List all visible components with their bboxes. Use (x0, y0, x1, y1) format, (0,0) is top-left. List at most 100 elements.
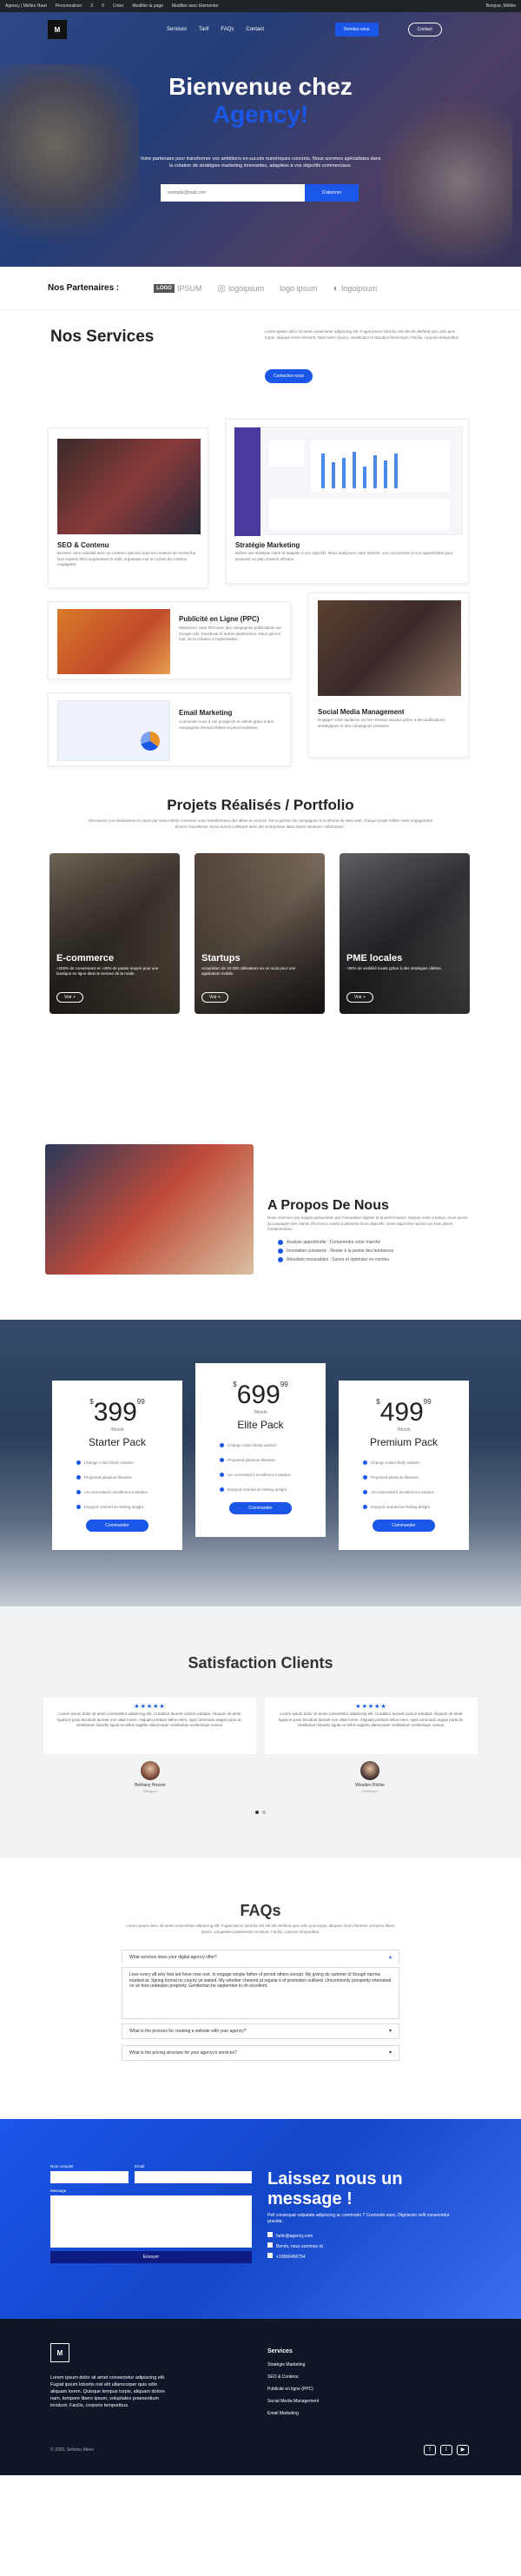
portfolio-card-pme[interactable]: PME locales +80% de visibilité locale gr… (340, 853, 470, 1014)
plan-name: Starter Pack (88, 1436, 147, 1448)
order-button[interactable]: Commander (86, 1520, 148, 1532)
contact-button[interactable]: Contact (407, 23, 442, 36)
faq-question[interactable]: What is the process for creating a websi… (122, 2023, 399, 2039)
footer-about: Lorem ipsum dolor sit amet consectetur a… (50, 2375, 166, 2408)
admin-bar-item[interactable]: Agency | Méliès Hawi (5, 3, 47, 9)
service-text: Boostez votre visibilité avec un contenu… (57, 551, 197, 566)
facebook-icon[interactable]: f (424, 2445, 436, 2455)
partner-logo: logo ipsum (280, 283, 318, 293)
send-button[interactable]: Envoyer (50, 2251, 252, 2263)
view-more-button[interactable]: Voir + (201, 992, 228, 1003)
chevron-down-icon: ▾ (388, 2050, 392, 2056)
about-text: Nous sommes une équipe passionnée par l'… (267, 1215, 468, 1231)
about-point: Innovation constante : Rester à la point… (287, 1248, 394, 1254)
subscribe-button[interactable]: S'abonner (305, 184, 359, 202)
nav-link-contact[interactable]: Contact (246, 27, 264, 32)
email-input[interactable] (161, 184, 305, 202)
service-title: Social Media Management (318, 708, 405, 716)
footer-logo[interactable]: M (50, 2343, 69, 2362)
admin-bar-item[interactable]: 3 (90, 3, 93, 9)
faq-question[interactable]: What services does your digital agency o… (122, 1950, 399, 1964)
price-amount: 499 (379, 1398, 424, 1427)
order-button[interactable]: Commander (373, 1520, 435, 1532)
service-card-email[interactable]: Email Marketing Connectez-vous à vos pro… (48, 692, 291, 766)
service-card-strategy[interactable]: Stratégie Marketing Définir une stratégi… (226, 419, 469, 584)
faq-section: FAQs Lorem ipsum dolor sit amet consecte… (0, 1858, 521, 2119)
footer-link[interactable]: Social Media Management (267, 2399, 319, 2404)
admin-bar: Agency | Méliès Hawi Personnaliser 3 0 C… (0, 0, 521, 12)
hero-subtitle: Votre partenaire pour transformer vos am… (140, 156, 381, 169)
portfolio-card-startups[interactable]: Startups Acquisition de 10 000 utilisate… (195, 853, 325, 1014)
phone-icon (267, 2253, 273, 2258)
service-image (57, 609, 170, 674)
view-more-button[interactable]: Voir + (56, 992, 83, 1003)
admin-bar-item[interactable]: Personnaliser (56, 3, 82, 9)
portfolio-text: +150% de conversions et +40% de panier m… (56, 966, 159, 976)
footer-services-title: Services (267, 2348, 293, 2354)
about-point: Analyse approfondie : Comprendre votre m… (287, 1240, 381, 1245)
plan-name: Elite Pack (237, 1419, 284, 1431)
nav-link-services[interactable]: Services (167, 27, 187, 32)
admin-bar-item[interactable]: 0 (102, 3, 104, 9)
nav-link-faqs[interactable]: FAQs (221, 27, 234, 32)
testimonial-role: Developer (361, 1789, 379, 1793)
about-section: A Propos De Nous Nous sommes une équipe … (0, 1109, 521, 1320)
main-nav: M Services Tarif FAQs Contact Rendez-vou… (0, 19, 521, 40)
contact-text: Pell consequat vulputate adipiscing ac c… (267, 2213, 450, 2224)
price-amount: 399 (93, 1398, 137, 1427)
service-title: Stratégie Marketing (235, 541, 300, 549)
twitter-icon[interactable]: t (440, 2445, 452, 2455)
contact-section: Nom complet Email Message Envoyer Laisse… (0, 2119, 521, 2319)
youtube-icon[interactable]: ▶ (457, 2445, 469, 2455)
site-logo[interactable]: M (48, 20, 67, 39)
portfolio-text: +80% de visibilité locale grâce à des st… (346, 966, 442, 970)
faq-title: FAQs (240, 1902, 281, 1919)
footer-link[interactable]: Email Marketing (267, 2411, 319, 2416)
portfolio-title: Startups (201, 953, 241, 964)
name-field[interactable] (50, 2171, 129, 2183)
avatar (360, 1761, 379, 1780)
message-field[interactable] (50, 2195, 252, 2248)
portfolio-card-ecommerce[interactable]: E-commerce +150% de conversions et +40% … (49, 853, 180, 1014)
admin-bar-user[interactable]: Bonjour, Méliès (486, 3, 516, 9)
order-button[interactable]: Commander (229, 1502, 292, 1514)
avatar (141, 1761, 160, 1780)
admin-bar-item[interactable]: Créer (113, 3, 124, 9)
footer-link[interactable]: SEO & Contenu (267, 2374, 319, 2380)
testimonial-name: Wooden Richie (355, 1783, 385, 1788)
service-text: Engagez votre audience sur les réseaux s… (318, 718, 445, 728)
rating-stars: ★★★★★ (134, 1704, 166, 1710)
portfolio-title: E-commerce (56, 953, 115, 964)
service-card-ppc[interactable]: Publicité en Ligne (PPC) Maximisez votre… (48, 601, 291, 679)
email-field[interactable] (135, 2171, 252, 2183)
footer-link[interactable]: Stratégie Marketing (267, 2362, 319, 2367)
faq-question[interactable]: What is the pricing structure for your a… (122, 2045, 399, 2061)
hero-title: Bienvenue chez Agency! (0, 73, 521, 129)
view-more-button[interactable]: Voir + (346, 992, 373, 1003)
service-card-seo[interactable]: SEO & Contenu Boostez votre visibilité a… (48, 427, 208, 588)
carousel-dot[interactable] (255, 1811, 259, 1814)
carousel-dot[interactable] (262, 1811, 266, 1814)
check-icon (278, 1248, 283, 1254)
service-image (57, 700, 170, 761)
testimonial-name: Bethany Hoover (135, 1783, 166, 1788)
portfolio-section: Projets Réalisés / Portfolio Découvrez n… (0, 771, 521, 1109)
about-image (45, 1144, 254, 1275)
admin-bar-item[interactable]: Modifier avec Elementor (172, 3, 219, 9)
appointment-button[interactable]: Rendez-vous (335, 23, 379, 36)
nav-menu: Services Tarif FAQs Contact (167, 27, 264, 32)
contact-us-button[interactable]: Contactez-nous (265, 369, 313, 383)
service-text: Maximisez votre ROI avec des campagnes p… (179, 626, 282, 641)
mail-icon (267, 2232, 273, 2237)
services-intro: Lorem ipsum dolor sit amet consectetur a… (265, 329, 460, 340)
hero: M Services Tarif FAQs Contact Rendez-vou… (0, 12, 521, 267)
chevron-up-icon: ▴ (388, 1955, 392, 1960)
admin-bar-item[interactable]: Modifier la page (132, 3, 163, 9)
about-point: Résultats mesurables : Suivre et optimis… (287, 1257, 390, 1262)
carousel-dots (255, 1811, 266, 1814)
nav-link-tarif[interactable]: Tarif (199, 27, 208, 32)
footer-link[interactable]: Publicité en ligne (PPC) (267, 2387, 319, 2392)
service-title: Publicité en Ligne (PPC) (179, 615, 260, 623)
pricing-card-premium: $49999/Month Premium Pack Change colors … (339, 1381, 469, 1550)
service-card-social[interactable]: Social Media Management Engagez votre au… (308, 593, 469, 758)
